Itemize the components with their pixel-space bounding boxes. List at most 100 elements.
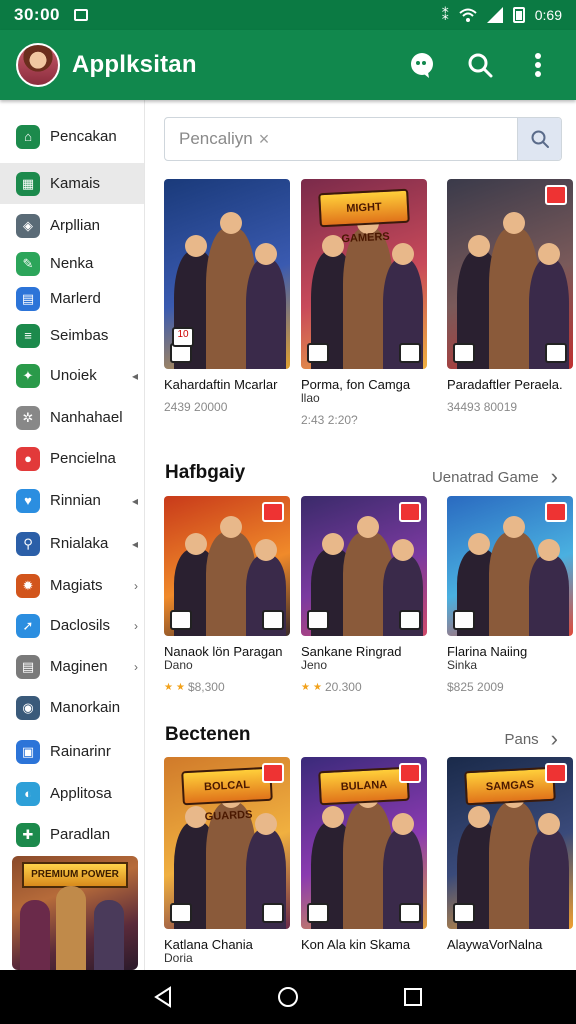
game-card[interactable]: BOLCAL GUARDS Katlana Chania Doria [164,757,290,965]
sidebar-item-label: Pencakan [50,128,117,145]
game-thumbnail[interactable]: SAMGAS [447,757,573,929]
game-card[interactable]: MIGHT GAMERS Porma, fon Camga llao 2:43 2:2… [301,179,427,427]
rating-badge-icon [262,610,284,630]
game-card[interactable]: BULANA Kon Ala kin Skama [301,757,427,952]
game-card[interactable]: Nanaok lön Paragan Dano ★ ★ $8,300 [164,496,290,694]
sidebar-item[interactable]: ▣ Rainarinr [0,731,144,772]
character-head [392,539,414,561]
sidebar-item[interactable]: ⚲ Rnialaka ◂ [0,523,144,564]
game-title[interactable]: Flarina Naiing [447,644,573,659]
section-see-more-link[interactable]: Uenatrad Game › [432,464,558,490]
system-nav-bar [0,970,576,1024]
clear-icon[interactable]: × [259,129,270,150]
game-card[interactable]: Paradaftler Peraela. 34493 80019 [447,179,573,414]
signal-icon [486,7,503,23]
game-thumbnail[interactable]: BULANA [301,757,427,929]
chevron-icon[interactable]: ◂ [132,537,138,551]
notification-icon [73,9,88,21]
search-button[interactable] [517,118,561,160]
sidebar-item[interactable]: ✹ Magiats › [0,565,144,606]
character-head [255,243,277,265]
game-thumbnail[interactable]: BOLCAL GUARDS [164,757,290,929]
character-head [255,813,277,835]
search-icon[interactable] [458,43,502,87]
game-title[interactable]: Paradaftler Peraela. [447,377,573,392]
promo-figure [56,886,86,970]
sidebar-item[interactable]: ✲ Nanhahael [0,397,144,438]
chevron-icon[interactable]: › [134,619,138,633]
character-head [322,533,344,555]
game-card[interactable]: 10 Kahardaftin Mcarlar 2439 20000 [164,179,290,414]
sidebar-item-label: Applitosa [50,785,112,802]
rating-badge-icon [262,903,284,923]
more-icon[interactable] [516,43,560,87]
game-title[interactable]: Sankane Ringrad [301,644,427,659]
vibrate-icon: ⁑ [441,6,449,23]
game-card[interactable]: SAMGAS AlaywaVorNalna [447,757,573,952]
game-subtitle: llao [301,391,320,405]
document-icon: ▤ [16,654,40,679]
sidebar-item[interactable]: ▦ Kamais [0,163,144,204]
avatar[interactable] [16,43,60,87]
character-head [185,533,207,555]
chevron-icon[interactable]: › [134,660,138,674]
game-title[interactable]: Katlana Chania [164,937,290,952]
search-bar[interactable]: Pencaliyn × [164,117,562,161]
chevron-icon[interactable]: › [134,579,138,593]
character-head [503,212,525,234]
sidebar-item[interactable]: ● Pencielna [0,438,144,479]
sidebar-item-label: Pencielna [50,450,116,467]
game-meta-value: $825 2009 [447,680,504,694]
sidebar-item[interactable]: ≡ Seimbas [0,315,144,356]
sidebar-item[interactable]: ➚ Daclosils › [0,605,144,646]
game-thumbnail[interactable] [301,496,427,636]
sidebar-item[interactable]: ◈ Arpllian [0,205,144,246]
game-logo: BULANA [318,766,410,806]
chevron-icon[interactable]: ◂ [132,494,138,508]
status-bar: 30:00 ⁑ 0:69 [0,0,576,30]
search-input[interactable]: Pencaliyn × [165,129,517,150]
sidebar-item[interactable]: ♥ Rinnian ◂ [0,480,144,521]
new-tag-icon [262,763,284,783]
sidebar-promo-image[interactable]: PREMIUM POWER [12,856,138,970]
game-thumbnail[interactable]: MIGHT GAMERS [301,179,427,369]
game-meta: 2439 20000 [164,400,290,414]
game-thumbnail[interactable] [164,496,290,636]
game-thumbnail[interactable] [447,179,573,369]
sidebar-item[interactable]: ⌂ Pencakan [0,116,144,157]
new-tag-icon [545,502,567,522]
game-title[interactable]: Kahardaftin Mcarlar [164,377,290,392]
home-icon: ⌂ [16,124,40,149]
sidebar-item[interactable]: ✚ Paradlan [0,814,144,855]
sidebar-item-label: Nenka [50,255,94,272]
game-card[interactable]: Sankane Ringrad Jeno ★ ★ 20.300 [301,496,427,694]
search-placeholder: Pencaliyn [179,129,253,148]
game-title[interactable]: Porma, fon Camga [301,377,427,392]
section-see-more-link[interactable]: Pans › [504,726,558,752]
sidebar-item-label: Rainarinr [50,743,111,760]
recents-icon[interactable] [402,986,424,1008]
sidebar-item-label: Rinnian [50,492,101,509]
chat-icon[interactable] [400,43,444,87]
chevron-right-icon: › [550,726,558,751]
chevron-icon[interactable]: ◂ [132,369,138,383]
game-thumbnail[interactable] [447,496,573,636]
game-meta: ★ ★ 20.300 [301,680,427,694]
sidebar-item-label: Maginen [50,658,108,675]
game-title[interactable]: Nanaok lön Paragan [164,644,290,659]
game-thumbnail[interactable]: 10 [164,179,290,369]
tag-icon: ✎ [16,251,40,276]
sidebar-item[interactable]: ◐ Applitosa [0,773,144,814]
sidebar-item[interactable]: ◉ Manorkain [0,687,144,728]
sidebar-item[interactable]: ▤ Marlerd [0,278,144,319]
list-icon: ≡ [16,323,40,348]
back-icon[interactable] [152,986,174,1008]
game-card[interactable]: Flarina Naiing Sinka $825 2009 [447,496,573,694]
sidebar-item[interactable]: ▤ Maginen › [0,646,144,687]
sidebar-item[interactable]: ✦ Unoiek ◂ [0,355,144,396]
rating-badge-icon [399,610,421,630]
home-icon[interactable] [277,986,299,1008]
character-head [538,243,560,265]
game-title[interactable]: Kon Ala kin Skama [301,937,427,952]
game-title[interactable]: AlaywaVorNalna [447,937,573,952]
